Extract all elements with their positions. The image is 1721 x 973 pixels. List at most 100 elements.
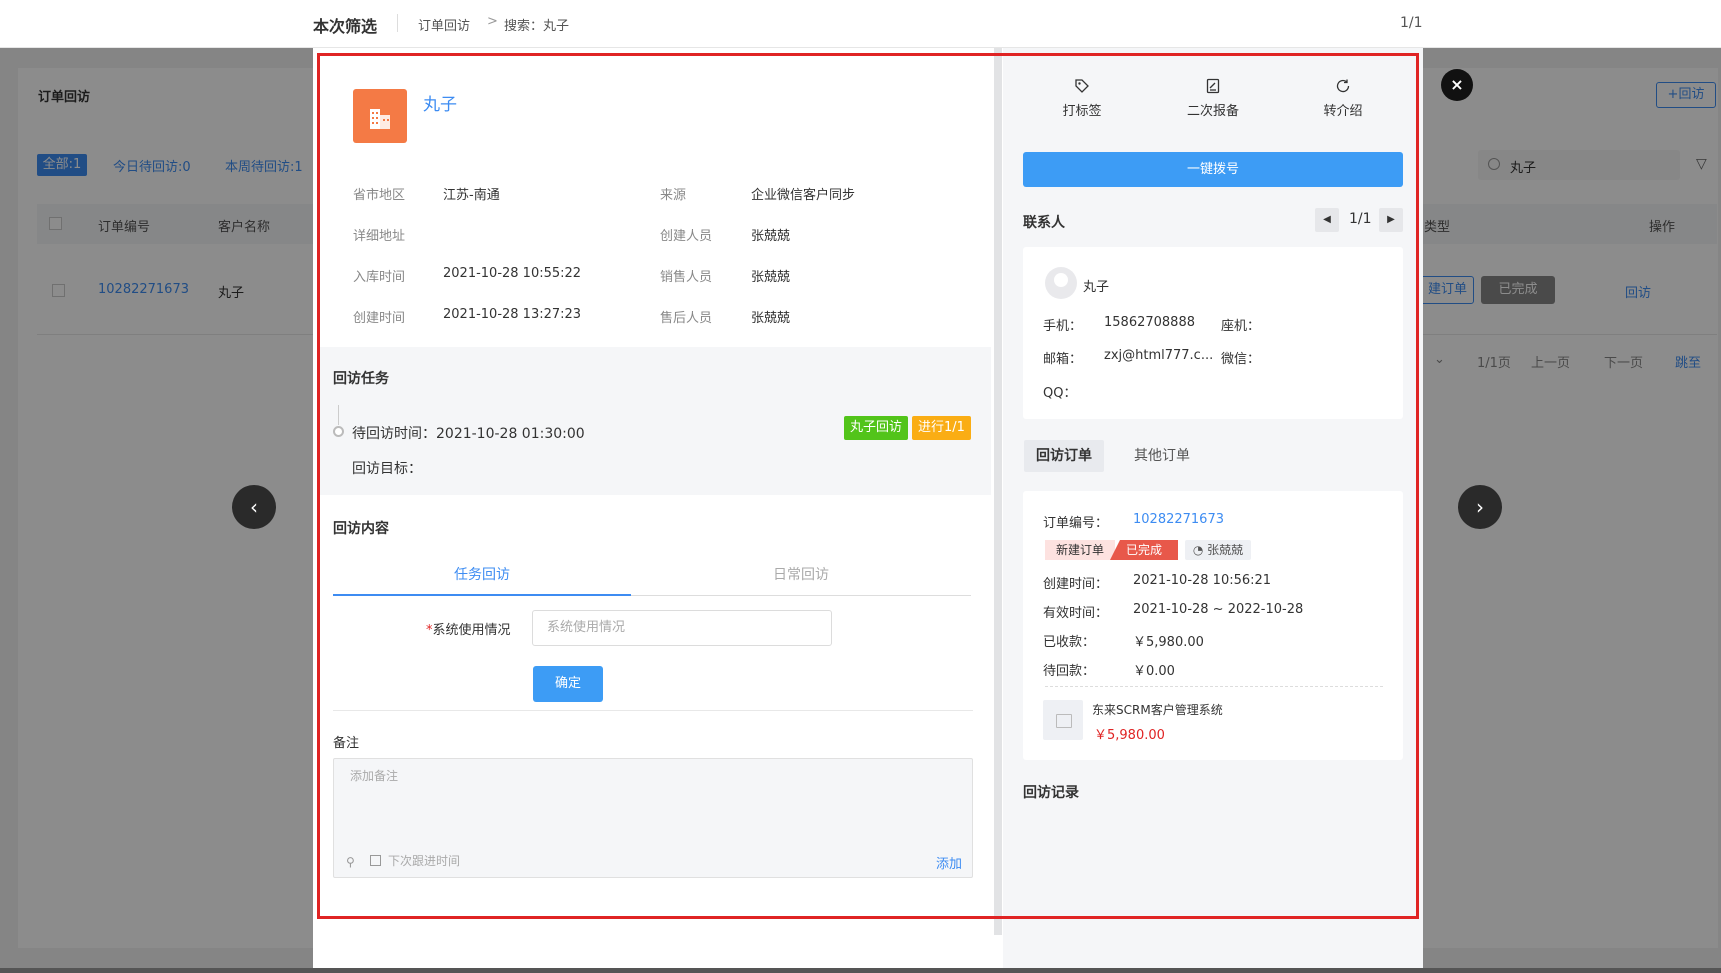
qq-label: QQ： <box>1043 386 1077 401</box>
tab-other-orders[interactable]: 其他订单 <box>1122 440 1202 472</box>
info-label: 省市地区 <box>353 188 406 203</box>
prev-record-button[interactable]: ‹ <box>232 485 276 529</box>
info-label: 售后人员 <box>660 311 713 326</box>
info-value: 张兢兢 <box>751 311 791 326</box>
mobile-value[interactable]: 15862708888 <box>1104 315 1195 330</box>
breadcrumb-search: 搜索：丸子 <box>504 19 570 34</box>
contact-next-button[interactable]: ▶ <box>1379 208 1403 232</box>
breadcrumb-order-visit[interactable]: 订单回访 <box>418 15 470 34</box>
valid-value: 2021-10-28 ~ 2022-10-28 <box>1133 602 1304 617</box>
refer-action[interactable]: 转介绍 <box>1303 78 1383 119</box>
info-value: 企业微信客户同步 <box>751 188 856 203</box>
tab-label: 任务回访 <box>454 567 510 583</box>
bottom-scrollbar[interactable] <box>0 968 1721 973</box>
action-label: 打标签 <box>1062 104 1102 119</box>
product-price: ￥5,980.00 <box>1094 728 1165 743</box>
next-record-button[interactable]: › <box>1458 485 1502 529</box>
contact-pager: 1/1 <box>1349 211 1372 227</box>
filter-bar: 本次筛选 订单回访 > 搜索：丸子 1/1 <box>0 0 1721 48</box>
timeline-line <box>338 405 339 425</box>
new-order-badge: 新建订单 <box>1045 540 1115 560</box>
note-textarea[interactable]: 添加备注 ⚲ 下次跟进时间 添加 <box>333 758 973 878</box>
action-label: 转介绍 <box>1323 104 1363 119</box>
contact-prev-button[interactable]: ◀ <box>1315 208 1339 232</box>
report-action[interactable]: 二次报备 <box>1173 78 1253 119</box>
result-page-count: 1/1 <box>1400 15 1423 31</box>
calendar-icon[interactable] <box>370 855 381 866</box>
divider <box>333 710 973 711</box>
info-value: 江苏-南通 <box>443 188 500 203</box>
tab-daily-visit[interactable]: 日常回访 <box>631 564 971 596</box>
visit-task-title: 回访任务 <box>333 371 389 387</box>
order-no-label: 订单编号： <box>1043 516 1109 531</box>
pending-value: ￥0.00 <box>1133 664 1175 679</box>
info-label: 创建人员 <box>660 229 713 244</box>
task-progress-tag: 进行1/1 <box>912 416 971 440</box>
visit-records-title: 回访记录 <box>1023 785 1079 801</box>
attachment-icon[interactable]: ⚲ <box>346 855 355 869</box>
info-value: 2021-10-28 10:55:22 <box>443 266 582 281</box>
chevron-right-icon: > <box>487 14 498 29</box>
field-label-text: 系统使用情况 <box>432 623 511 638</box>
task-time: 待回访时间：2021-10-28 01:30:00 <box>352 426 585 442</box>
done-badge: 已完成 <box>1110 540 1178 560</box>
order-no-link[interactable]: 10282271673 <box>1133 512 1224 527</box>
task-visit-tag: 丸子回访 <box>844 416 908 440</box>
info-label: 详细地址 <box>353 229 406 244</box>
phone-label: 座机： <box>1221 319 1261 334</box>
info-value: 张兢兢 <box>751 229 791 244</box>
info-label: 入库时间 <box>353 270 406 285</box>
panel-scrollbar[interactable] <box>994 48 1002 935</box>
contact-avatar <box>1045 267 1077 299</box>
tab-visit-orders[interactable]: 回访订单 <box>1024 440 1104 472</box>
created-label: 创建时间： <box>1043 577 1109 592</box>
add-note-button[interactable]: 添加 <box>936 853 962 872</box>
valid-label: 有效时间： <box>1043 606 1109 621</box>
product-name: 东来SCRM客户管理系统 <box>1092 703 1223 717</box>
note-placeholder: 添加备注 <box>350 769 399 783</box>
received-label: 已收款： <box>1043 635 1096 650</box>
product-bag-icon <box>1043 700 1083 740</box>
note-label: 备注 <box>333 736 360 751</box>
info-label: 来源 <box>660 188 687 203</box>
next-followup-time[interactable]: 下次跟进时间 <box>388 852 460 869</box>
system-usage-input[interactable]: 系统使用情况 <box>532 610 832 646</box>
created-value: 2021-10-28 10:56:21 <box>1133 573 1272 588</box>
pending-label: 待回款： <box>1043 664 1096 679</box>
timeline-dot <box>333 426 344 437</box>
confirm-button[interactable]: 确定 <box>533 666 603 702</box>
action-label: 二次报备 <box>1186 104 1239 119</box>
customer-avatar <box>353 89 407 143</box>
task-goal: 回访目标： <box>352 461 422 477</box>
email-value: zxj@html777.c... <box>1104 348 1214 363</box>
edit-doc-icon <box>1206 78 1220 94</box>
owner-name: 张兢兢 <box>1207 543 1244 557</box>
wechat-label: 微信： <box>1221 352 1261 367</box>
tab-task-visit[interactable]: 任务回访 <box>333 564 631 596</box>
chevron-left-icon: ‹ <box>250 495 258 519</box>
owner-badge: ◔ 张兢兢 <box>1185 540 1251 560</box>
one-click-dial-button[interactable]: 一键拨号 <box>1023 152 1403 187</box>
visit-content-title: 回访内容 <box>333 521 389 537</box>
contact-name: 丸子 <box>1083 280 1110 295</box>
tag-icon <box>1075 79 1089 93</box>
user-icon: ◔ <box>1192 543 1208 557</box>
system-usage-label: *系统使用情况 <box>426 619 511 638</box>
tab-label: 日常回访 <box>773 567 829 583</box>
close-button[interactable]: × <box>1441 69 1473 101</box>
mobile-label: 手机： <box>1043 319 1083 334</box>
info-label: 创建时间 <box>353 311 406 326</box>
customer-name[interactable]: 丸子 <box>423 90 457 115</box>
received-value: ￥5,980.00 <box>1133 635 1204 650</box>
contacts-title: 联系人 <box>1023 215 1065 231</box>
close-icon: × <box>1450 75 1464 94</box>
divider <box>397 14 398 32</box>
filter-title: 本次筛选 <box>313 17 378 36</box>
info-value: 张兢兢 <box>751 270 791 285</box>
chevron-right-icon: › <box>1476 495 1484 519</box>
building-icon <box>370 109 390 129</box>
info-value: 2021-10-28 13:27:23 <box>443 307 582 322</box>
dashed-divider <box>1045 686 1383 687</box>
info-label: 销售人员 <box>660 270 713 285</box>
tag-action[interactable]: 打标签 <box>1042 78 1122 119</box>
